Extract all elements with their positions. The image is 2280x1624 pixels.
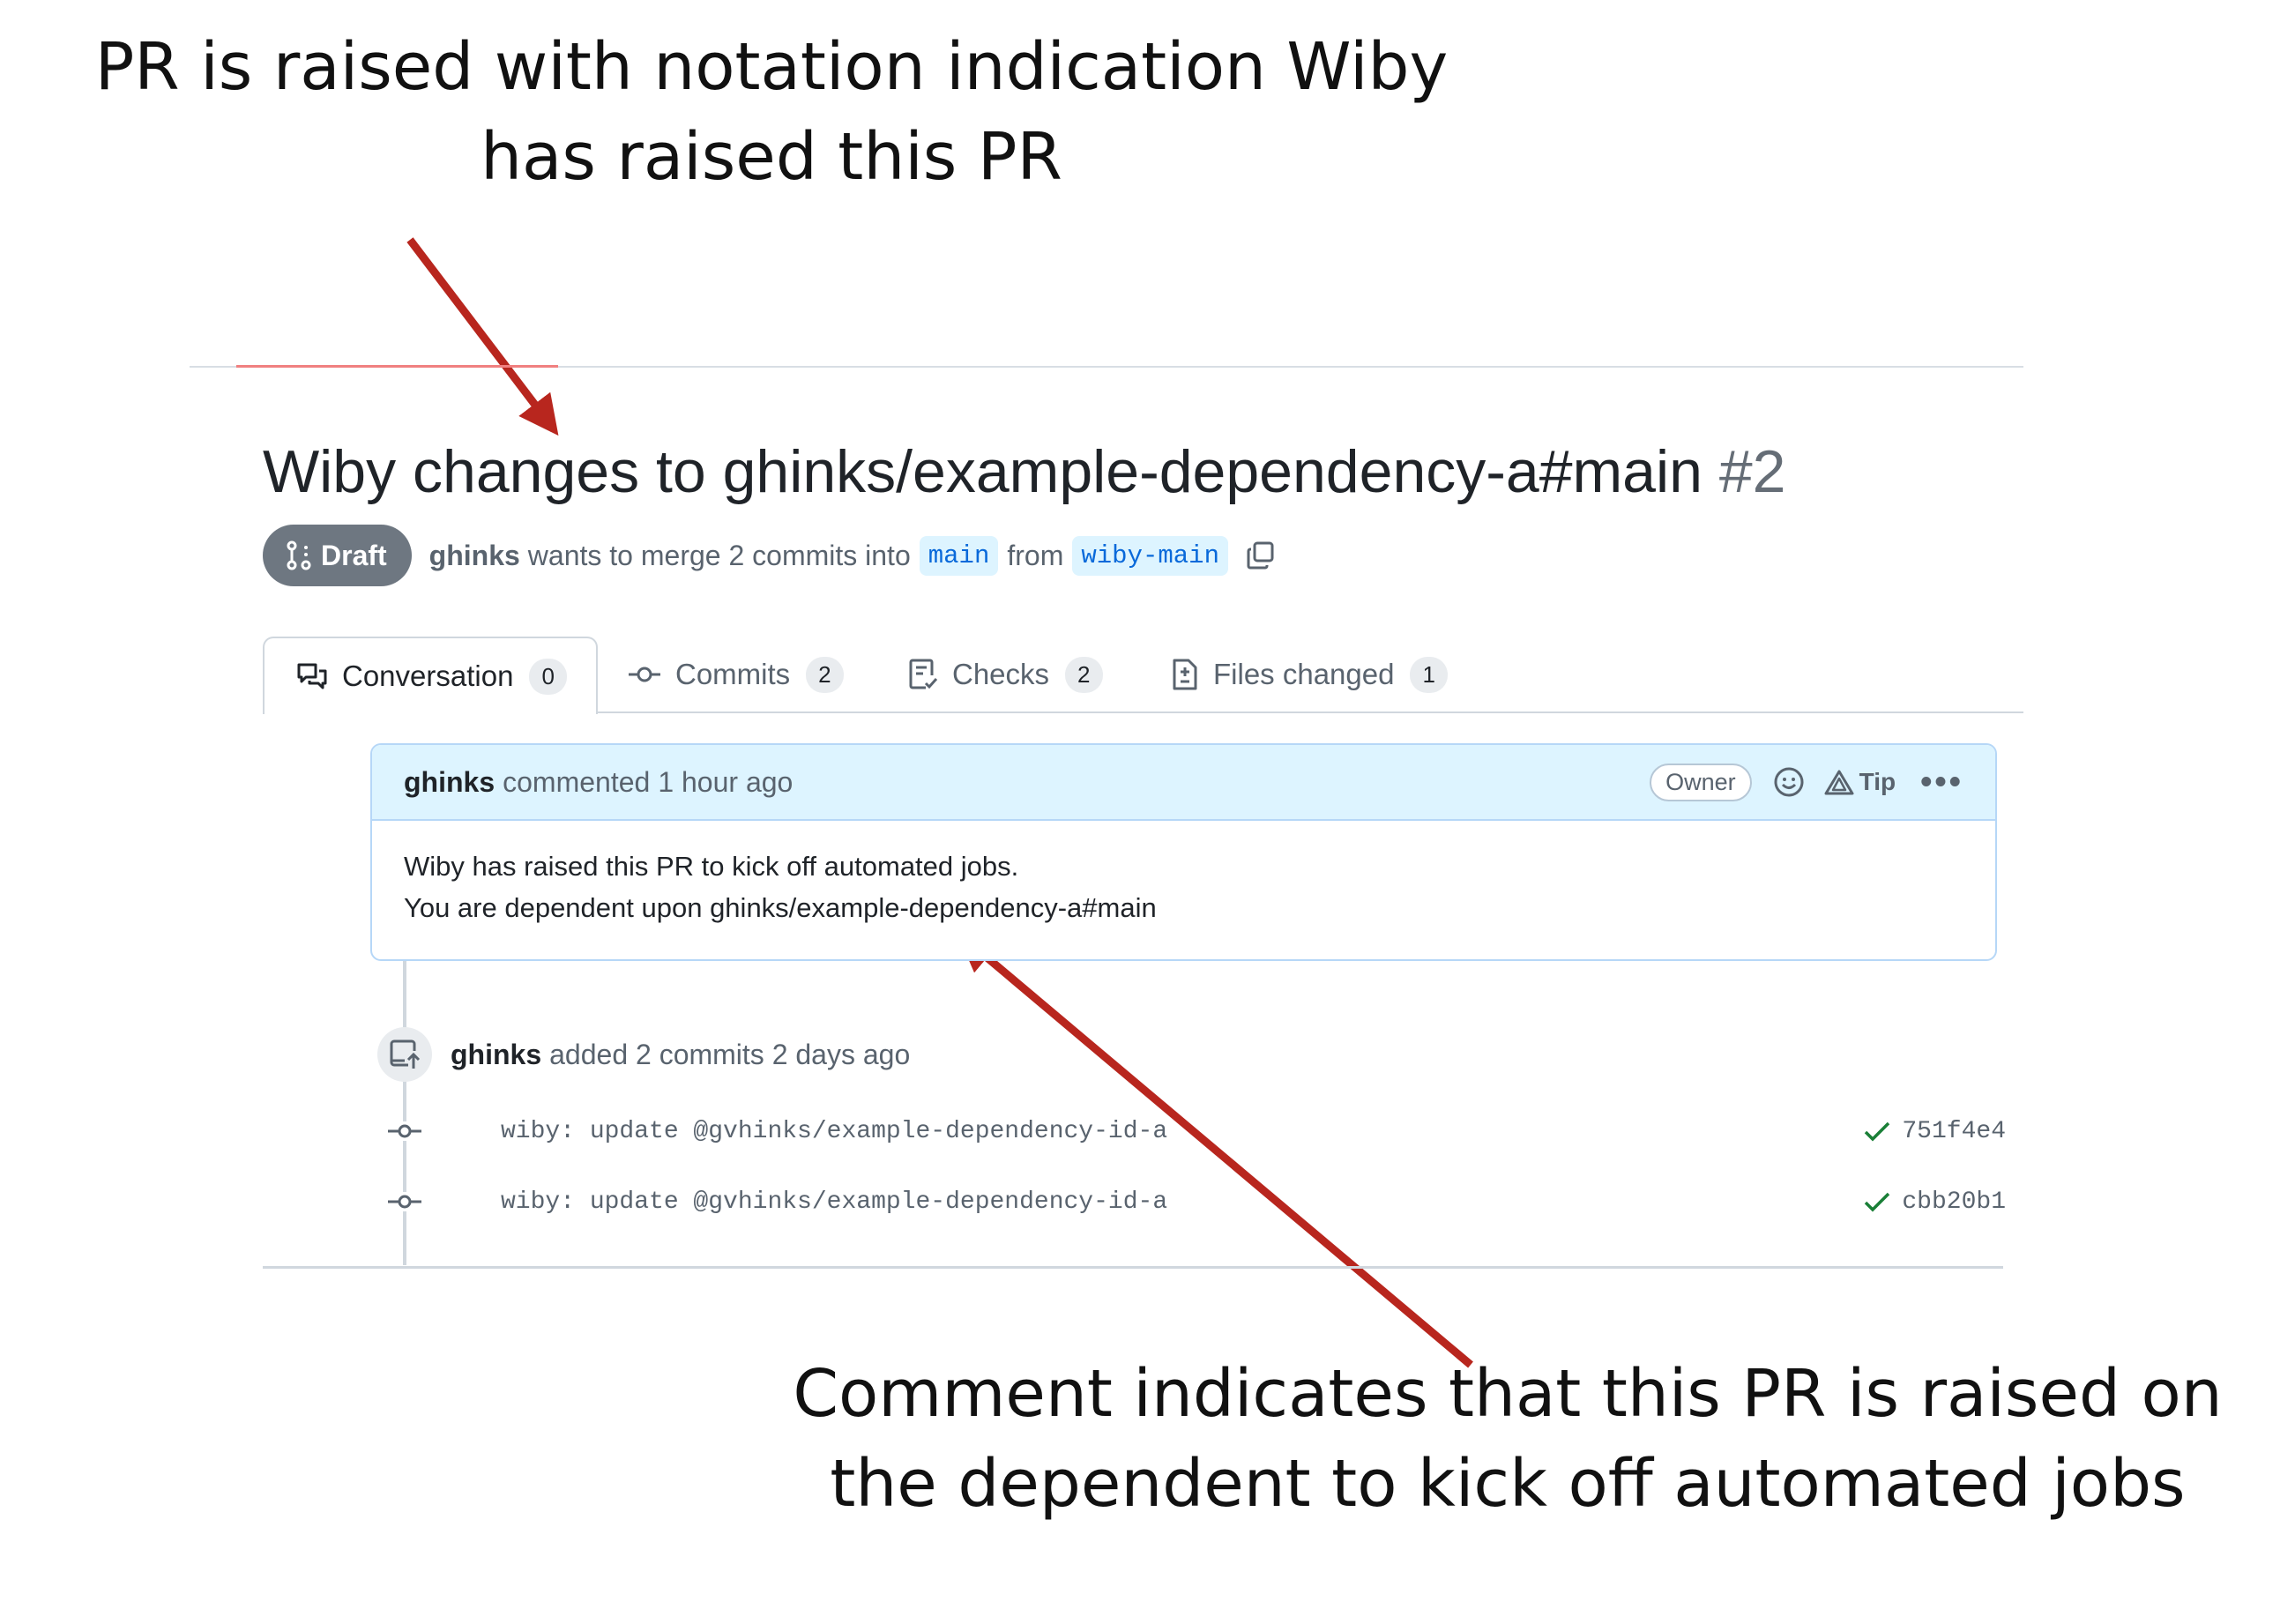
page-title: Wiby changes to ghinks/example-dependenc… (263, 432, 1785, 511)
tip-button[interactable]: Tip (1824, 768, 1896, 796)
commit-message[interactable]: wiby: update @gvhinks/example-dependency… (501, 1118, 1863, 1145)
event-author[interactable]: ghinks (451, 1039, 541, 1071)
tab-count: 2 (1065, 656, 1103, 693)
file-diff-icon (1171, 658, 1199, 691)
repo-push-icon (377, 1027, 432, 1082)
tab-count: 1 (1410, 656, 1448, 693)
comment-header: ghinks commented 1 hour ago Owner Tip ••… (372, 745, 1995, 821)
comment-box: ghinks commented 1 hour ago Owner Tip ••… (370, 743, 1997, 961)
tab-checks[interactable]: Checks 2 (908, 637, 1103, 712)
tab-files-changed[interactable]: Files changed 1 (1171, 637, 1448, 712)
git-pull-request-draft-icon (286, 540, 312, 570)
tab-label: Files changed (1213, 658, 1395, 690)
comment-body: Wiby has raised this PR to kick off auto… (372, 821, 1995, 953)
tab-count: 2 (806, 656, 844, 693)
comment-discussion-icon (296, 661, 328, 691)
smiley-icon[interactable] (1773, 766, 1805, 798)
commit-message[interactable]: wiby: update @gvhinks/example-dependency… (501, 1188, 1863, 1216)
commits-added-event: ghinks added 2 commits 2 days ago (451, 1033, 910, 1076)
tip-label: Tip (1859, 768, 1896, 795)
tab-label: Checks (952, 658, 1050, 690)
header-divider-accent (236, 365, 558, 368)
git-commit-icon (379, 1192, 430, 1211)
git-commit-icon (628, 664, 661, 685)
pr-number: #2 (1718, 438, 1786, 505)
commit-row: wiby: update @gvhinks/example-dependency… (379, 1180, 2006, 1224)
comment-time[interactable]: 1 hour ago (658, 766, 793, 799)
merge-text: wants to merge 2 commits into (527, 539, 911, 571)
copy-icon[interactable] (1246, 540, 1276, 570)
comment-line: Wiby has raised this PR to kick off auto… (404, 851, 1019, 882)
commit-sha[interactable]: 751f4e4 (1902, 1118, 2006, 1145)
check-icon[interactable] (1863, 1120, 1891, 1143)
tab-commits[interactable]: Commits 2 (628, 637, 844, 712)
kebab-horizontal-icon[interactable]: ••• (1920, 765, 1963, 799)
pr-title-text: Wiby changes to ghinks/example-dependenc… (263, 438, 1703, 505)
comment-action: commented (503, 765, 651, 798)
event-text: added 2 commits 2 days ago (549, 1038, 911, 1070)
git-commit-icon (379, 1121, 430, 1141)
comment-line: You are dependent upon ghinks/example-de… (404, 892, 1157, 923)
pr-author-link[interactable]: ghinks (429, 540, 520, 572)
alert-icon (1824, 769, 1854, 795)
status-badge: Draft (263, 525, 412, 586)
timeline-end-divider (263, 1266, 2003, 1269)
owner-badge: Owner (1650, 763, 1752, 801)
checklist-icon (908, 658, 938, 691)
status-label: Draft (321, 539, 387, 571)
commit-row: wiby: update @gvhinks/example-dependency… (379, 1109, 2006, 1153)
base-branch[interactable]: main (919, 535, 999, 576)
tab-label: Conversation (342, 659, 514, 692)
tab-count: 0 (529, 658, 567, 695)
tab-label: Commits (675, 658, 791, 690)
pr-meta: Draft ghinks wants to merge 2 commits in… (263, 525, 1276, 586)
comment-author[interactable]: ghinks (404, 766, 495, 799)
tab-conversation[interactable]: Conversation 0 (263, 637, 598, 714)
arrow-to-title (406, 237, 559, 436)
check-icon[interactable] (1863, 1190, 1891, 1213)
from-text: from (1007, 539, 1064, 571)
head-branch[interactable]: wiby-main (1072, 535, 1228, 576)
commit-sha[interactable]: cbb20b1 (1902, 1188, 2006, 1216)
